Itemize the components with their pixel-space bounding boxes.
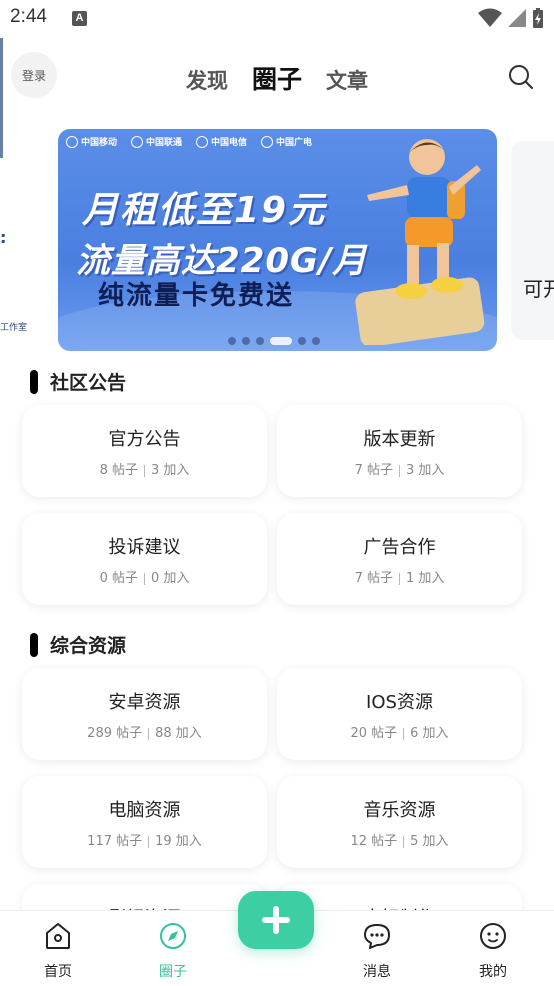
tab-circles[interactable]: 圈子 — [252, 60, 302, 96]
carousel-dot-active[interactable] — [270, 337, 292, 345]
circle-card[interactable]: 音乐资源 12 帖子 5 加入 — [277, 776, 522, 868]
nav-messages[interactable]: 消息 — [337, 921, 417, 981]
circle-stats: 117 帖子 19 加入 — [87, 834, 202, 849]
plus-icon — [262, 906, 290, 934]
promo-banner[interactable]: 中国移动 中国联通 中国电信 中国广电 月租低至19元 流量高达220G/月 纯… — [58, 129, 497, 351]
status-time: 2:44 — [10, 6, 47, 27]
search-icon[interactable] — [508, 64, 534, 90]
top-tabs: 发现 圈子 文章 — [0, 60, 554, 96]
nav-circles[interactable]: 圈子 — [133, 921, 213, 981]
nav-label: 首页 — [44, 964, 72, 980]
circle-card[interactable]: 版本更新 7 帖子 3 加入 — [277, 405, 522, 497]
wifi-icon — [478, 8, 502, 27]
carrier-logo: 中国电信 — [196, 135, 247, 148]
create-post-button[interactable] — [238, 891, 314, 949]
bottom-navigation: 首页 圈子 消息 我的 — [0, 891, 554, 986]
edge-peek-text: : — [0, 228, 7, 247]
nav-label: 圈子 — [159, 964, 187, 980]
tab-discover[interactable]: 发现 — [186, 65, 228, 95]
status-bar: 2:44 A — [0, 0, 554, 38]
circle-card[interactable]: 官方公告 8 帖子 3 加入 — [22, 405, 267, 497]
carousel-dot[interactable] — [228, 337, 236, 345]
section-header-resources: 综合资源 — [30, 631, 126, 658]
skateboarder-illustration — [355, 139, 485, 345]
notification-a-icon: A — [72, 11, 87, 26]
circle-stats: 7 帖子 3 加入 — [354, 463, 445, 478]
circle-title: 官方公告 — [108, 429, 181, 450]
carrier-logo: 中国广电 — [261, 135, 312, 148]
nav-home[interactable]: 首页 — [18, 921, 98, 981]
battery-icon — [533, 8, 543, 28]
nav-profile[interactable]: 我的 — [453, 921, 533, 981]
circle-title: 投诉建议 — [108, 537, 181, 558]
banner-tagline: 纯流量卡免费送 — [98, 281, 295, 311]
next-banner-text: 可开 — [523, 277, 554, 301]
carrier-logo: 中国移动 — [66, 135, 117, 148]
carousel-dot[interactable] — [242, 337, 250, 345]
circle-title: 音乐资源 — [363, 800, 436, 821]
carousel-indicator — [228, 337, 320, 345]
carrier-logos: 中国移动 中国联通 中国电信 中国广电 — [66, 135, 312, 148]
carousel-dot[interactable] — [298, 337, 306, 345]
nav-label: 消息 — [363, 964, 391, 980]
carousel-dot[interactable] — [256, 337, 264, 345]
next-banner-peek[interactable]: 可开 — [511, 141, 554, 340]
circle-stats: 8 帖子 3 加入 — [99, 463, 190, 478]
section-marker — [30, 369, 38, 394]
circle-title: 版本更新 — [363, 429, 436, 450]
circle-title: IOS资源 — [366, 692, 433, 713]
circle-title: 广告合作 — [363, 537, 436, 558]
nav-label: 我的 — [479, 964, 507, 980]
compass-icon — [160, 923, 186, 949]
circle-card[interactable]: 电脑资源 117 帖子 19 加入 — [22, 776, 267, 868]
circle-stats: 7 帖子 1 加入 — [354, 571, 445, 586]
circle-title: 安卓资源 — [108, 692, 181, 713]
signal-icon — [508, 9, 526, 27]
circle-card[interactable]: 安卓资源 289 帖子 88 加入 — [22, 668, 267, 760]
circle-title: 电脑资源 — [108, 800, 181, 821]
circle-card[interactable]: 广告合作 7 帖子 1 加入 — [277, 513, 522, 605]
carousel-dot[interactable] — [312, 337, 320, 345]
chat-icon — [364, 924, 390, 949]
circle-card[interactable]: IOS资源 20 帖子 6 加入 — [277, 668, 522, 760]
status-indicators — [478, 6, 544, 30]
section-title: 综合资源 — [50, 635, 127, 657]
home-icon — [46, 923, 70, 949]
circle-stats: 0 帖子 0 加入 — [99, 571, 190, 586]
top-header: 登录 发现 圈子 文章 — [0, 38, 554, 118]
circle-card[interactable]: 投诉建议 0 帖子 0 加入 — [22, 513, 267, 605]
section-title: 社区公告 — [50, 372, 127, 394]
tab-articles[interactable]: 文章 — [326, 65, 368, 95]
circle-stats: 12 帖子 5 加入 — [350, 834, 449, 849]
circle-stats: 289 帖子 88 加入 — [87, 726, 202, 741]
carrier-logo: 中国联通 — [131, 135, 182, 148]
profile-icon — [480, 923, 506, 949]
section-header-announcements: 社区公告 — [30, 368, 126, 395]
edge-peek-subtext: 工作室 — [0, 323, 28, 333]
banner-headline: 月租低至19元 — [82, 190, 327, 231]
circle-stats: 20 帖子 6 加入 — [350, 726, 449, 741]
section-marker — [30, 632, 38, 657]
